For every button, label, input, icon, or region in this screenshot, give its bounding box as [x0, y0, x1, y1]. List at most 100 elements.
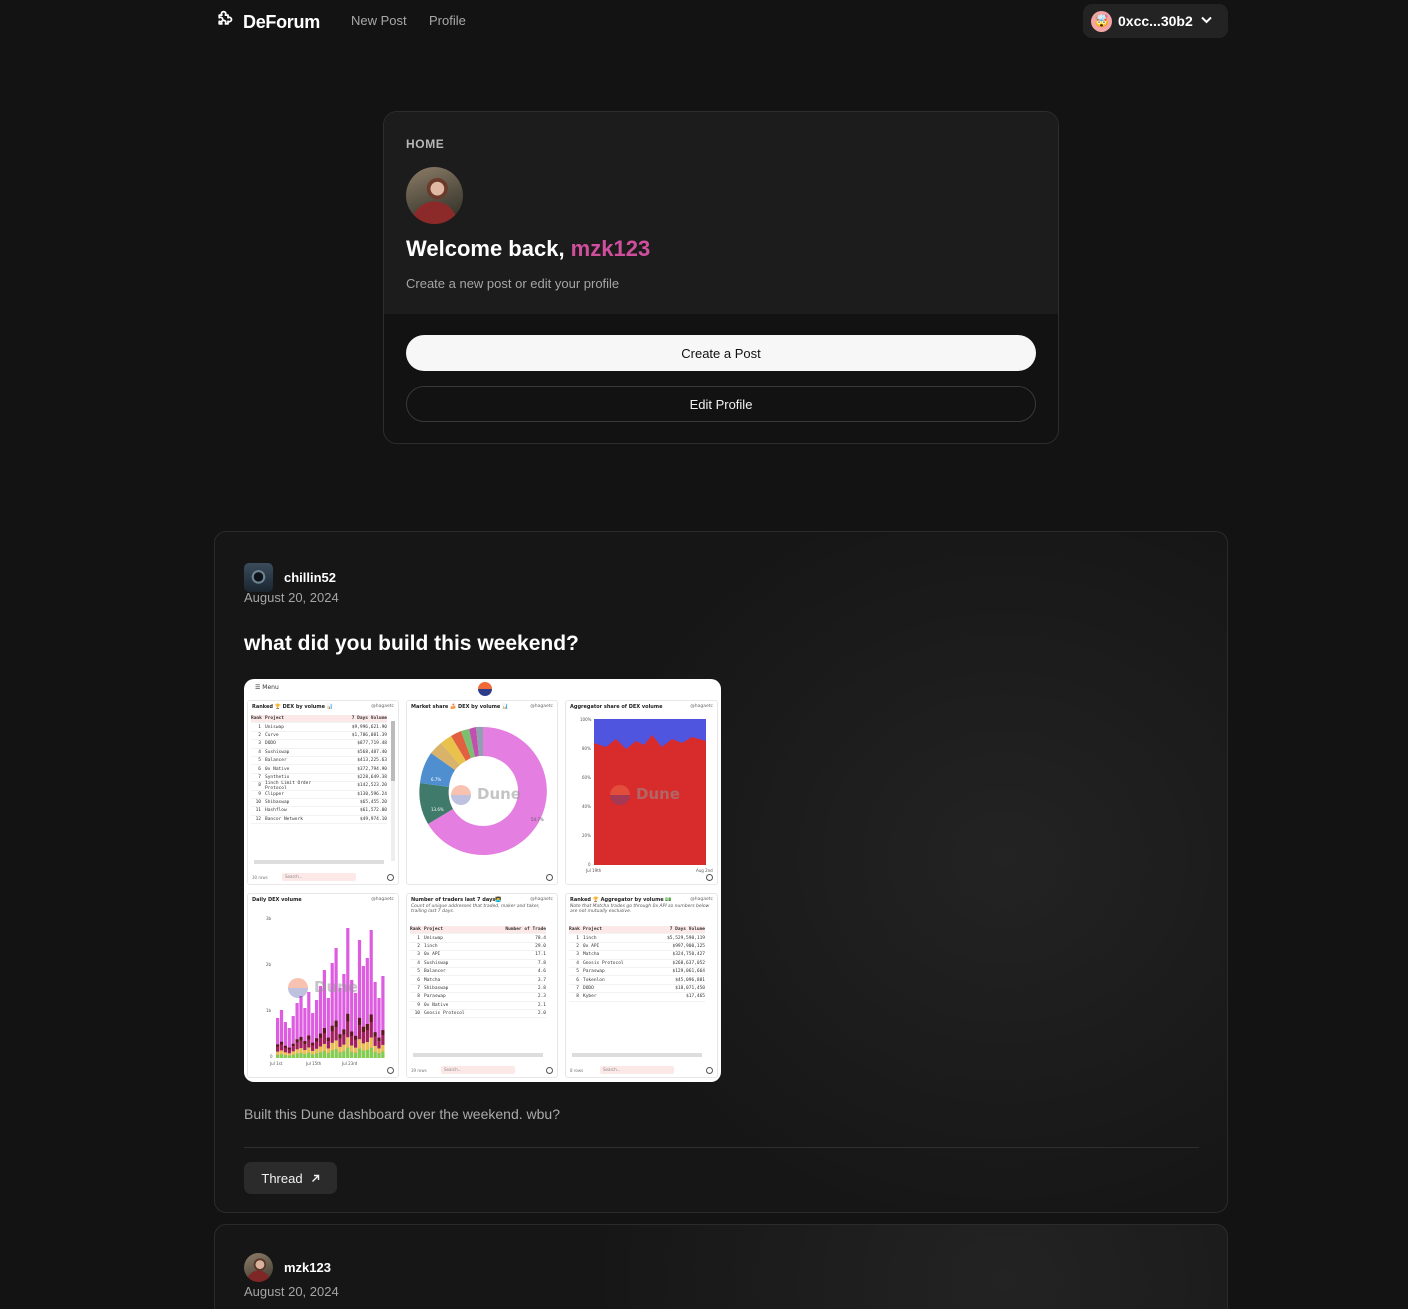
dune-watermark-icon [451, 785, 471, 805]
dune-watermark-icon [288, 978, 308, 998]
bar-segment [350, 1031, 354, 1037]
market-share-panel: Market share 🍰 DEX by volume 📊 @hagaetc … [406, 700, 558, 885]
avatar [244, 563, 273, 592]
dashboard-menu: ☰ Menu [255, 684, 279, 691]
bar-segment [303, 1044, 307, 1050]
svg-text:40%: 40% [582, 804, 591, 809]
bar-segment [330, 1031, 334, 1043]
bar-segment [338, 1034, 342, 1039]
table-row: 8 1inch Limit Order Protocol $142,523.20 [251, 781, 387, 791]
row-count: 39 rows [411, 1068, 427, 1073]
chevron-down-icon [1201, 15, 1212, 27]
watermark: Dune [314, 978, 358, 996]
bar-segment [373, 1032, 377, 1037]
bar-segment [315, 1038, 319, 1042]
scrollbar[interactable] [391, 721, 395, 861]
search-input[interactable]: Search... [441, 1066, 515, 1074]
welcome-header: HOME Welcome back, mzk123 Create a new p… [384, 112, 1058, 314]
bar-segment [369, 1047, 373, 1058]
post-title[interactable]: what did you build this weekend? [244, 632, 579, 656]
brand[interactable]: DeForum [214, 9, 320, 35]
bar-segment [303, 1050, 307, 1054]
bar-segment [357, 1017, 362, 1025]
bar-segment [377, 1053, 381, 1058]
watermark: Dune [636, 785, 680, 803]
wallet-button[interactable]: 🤯 0xcc...30b2 [1083, 4, 1228, 38]
bar-segment [377, 1048, 381, 1054]
bar-segment [318, 1052, 323, 1058]
bar-segment [307, 1052, 311, 1058]
panel-handle: @hagaetc [690, 704, 713, 709]
bar-segment [381, 1030, 385, 1036]
post-card: mzk123 August 20, 2024 [214, 1224, 1228, 1309]
brand-name: DeForum [243, 11, 320, 32]
bar-segment [369, 1037, 373, 1048]
search-input[interactable]: Search... [600, 1066, 674, 1074]
post-author[interactable]: mzk123 [244, 1253, 331, 1282]
scrollbar[interactable] [572, 1053, 702, 1057]
aggregator-table: Rank Project 7 Days Volume 1 1inch $5,529,59… [569, 926, 705, 1002]
bar-segment [299, 1040, 303, 1049]
welcome-card: HOME Welcome back, mzk123 Create a new p… [383, 111, 1059, 444]
bar-segment [279, 1041, 284, 1045]
svg-text:0: 0 [588, 862, 591, 867]
avatar [244, 1253, 273, 1282]
post-card: chillin52 August 20, 2024 what did you b… [214, 531, 1228, 1213]
nav-profile[interactable]: Profile [429, 13, 466, 28]
bar-segment [295, 1042, 299, 1050]
table-row: 12 Bancor Network $49,974.10 [251, 816, 387, 825]
section-label: HOME [406, 137, 445, 151]
wallet-avatar: 🤯 [1091, 10, 1112, 32]
bar-segment [334, 1020, 338, 1028]
panel-handle: @hagaetc [371, 897, 394, 902]
bar-segment [365, 1024, 369, 1030]
table-row: 3 Matcha $324,750,427 [569, 951, 705, 960]
bar-segment [334, 1049, 338, 1058]
thread-button[interactable]: Thread [244, 1162, 337, 1194]
bar-segment [311, 1042, 315, 1046]
bar-segment [369, 1014, 373, 1023]
table-row: 6 Tokenlon $45,096,881 [569, 976, 705, 985]
bar-segment [330, 1050, 334, 1058]
bar-segment [283, 1052, 287, 1056]
edit-profile-button[interactable]: Edit Profile [406, 386, 1036, 422]
post-image[interactable]: ☰ Menu Ranked 🏆 DEX by volume 📊 @hagaetc… [244, 679, 721, 1082]
bar-segment [357, 1039, 362, 1049]
bar-segment [299, 1053, 303, 1058]
svg-text:80%: 80% [582, 746, 591, 751]
bar-segment [276, 1054, 280, 1058]
bar-segment [365, 1042, 369, 1050]
daily-volume-panel: Daily DEX volume @hagaetc 3b 2b 1b 0 Jul… [247, 893, 399, 1078]
table-row: 9 0x Native 2.1 [410, 1002, 546, 1010]
create-post-button[interactable]: Create a Post [406, 335, 1036, 371]
bar-segment [318, 1033, 323, 1038]
bar-segment [338, 1038, 342, 1047]
traders-table: Rank Project Number of Trade 1 Uniswap 78.4 2… [410, 926, 546, 1019]
table-row: 4 Sushiswap 7.8 [410, 960, 546, 968]
search-input[interactable]: Search... [282, 873, 356, 881]
svg-text:Jul 15th: Jul 15th [305, 1061, 322, 1066]
bar-segment [303, 1041, 307, 1044]
username: mzk123 [570, 236, 651, 261]
bar-segment [318, 1046, 323, 1053]
post-date: August 20, 2024 [244, 590, 339, 605]
bar-segment [346, 1013, 350, 1022]
bar-segment [377, 1037, 381, 1042]
arrow-up-right-icon [311, 1171, 320, 1186]
scrollbar[interactable] [413, 1053, 543, 1057]
row-count: 30 rows [252, 875, 268, 880]
bar-segment [350, 1045, 354, 1052]
table-row: 7 DODO $18,071,450 [569, 985, 705, 994]
check-icon [387, 1067, 394, 1074]
bar-segment [334, 1027, 338, 1041]
traders-panel: Number of traders last 7 days👨‍💻 @hagaet… [406, 893, 558, 1078]
bar-segment [276, 1046, 280, 1052]
table-row: 2 1inch 29.0 [410, 943, 546, 952]
post-author[interactable]: chillin52 [244, 563, 336, 592]
scrollbar[interactable] [254, 860, 384, 864]
bar-segment [369, 1022, 373, 1038]
bar-segment [357, 1024, 362, 1040]
bar-segment [361, 1050, 365, 1058]
panel-title: Ranked 🏆 DEX by volume 📊 [252, 704, 333, 710]
nav-new-post[interactable]: New Post [351, 13, 407, 28]
